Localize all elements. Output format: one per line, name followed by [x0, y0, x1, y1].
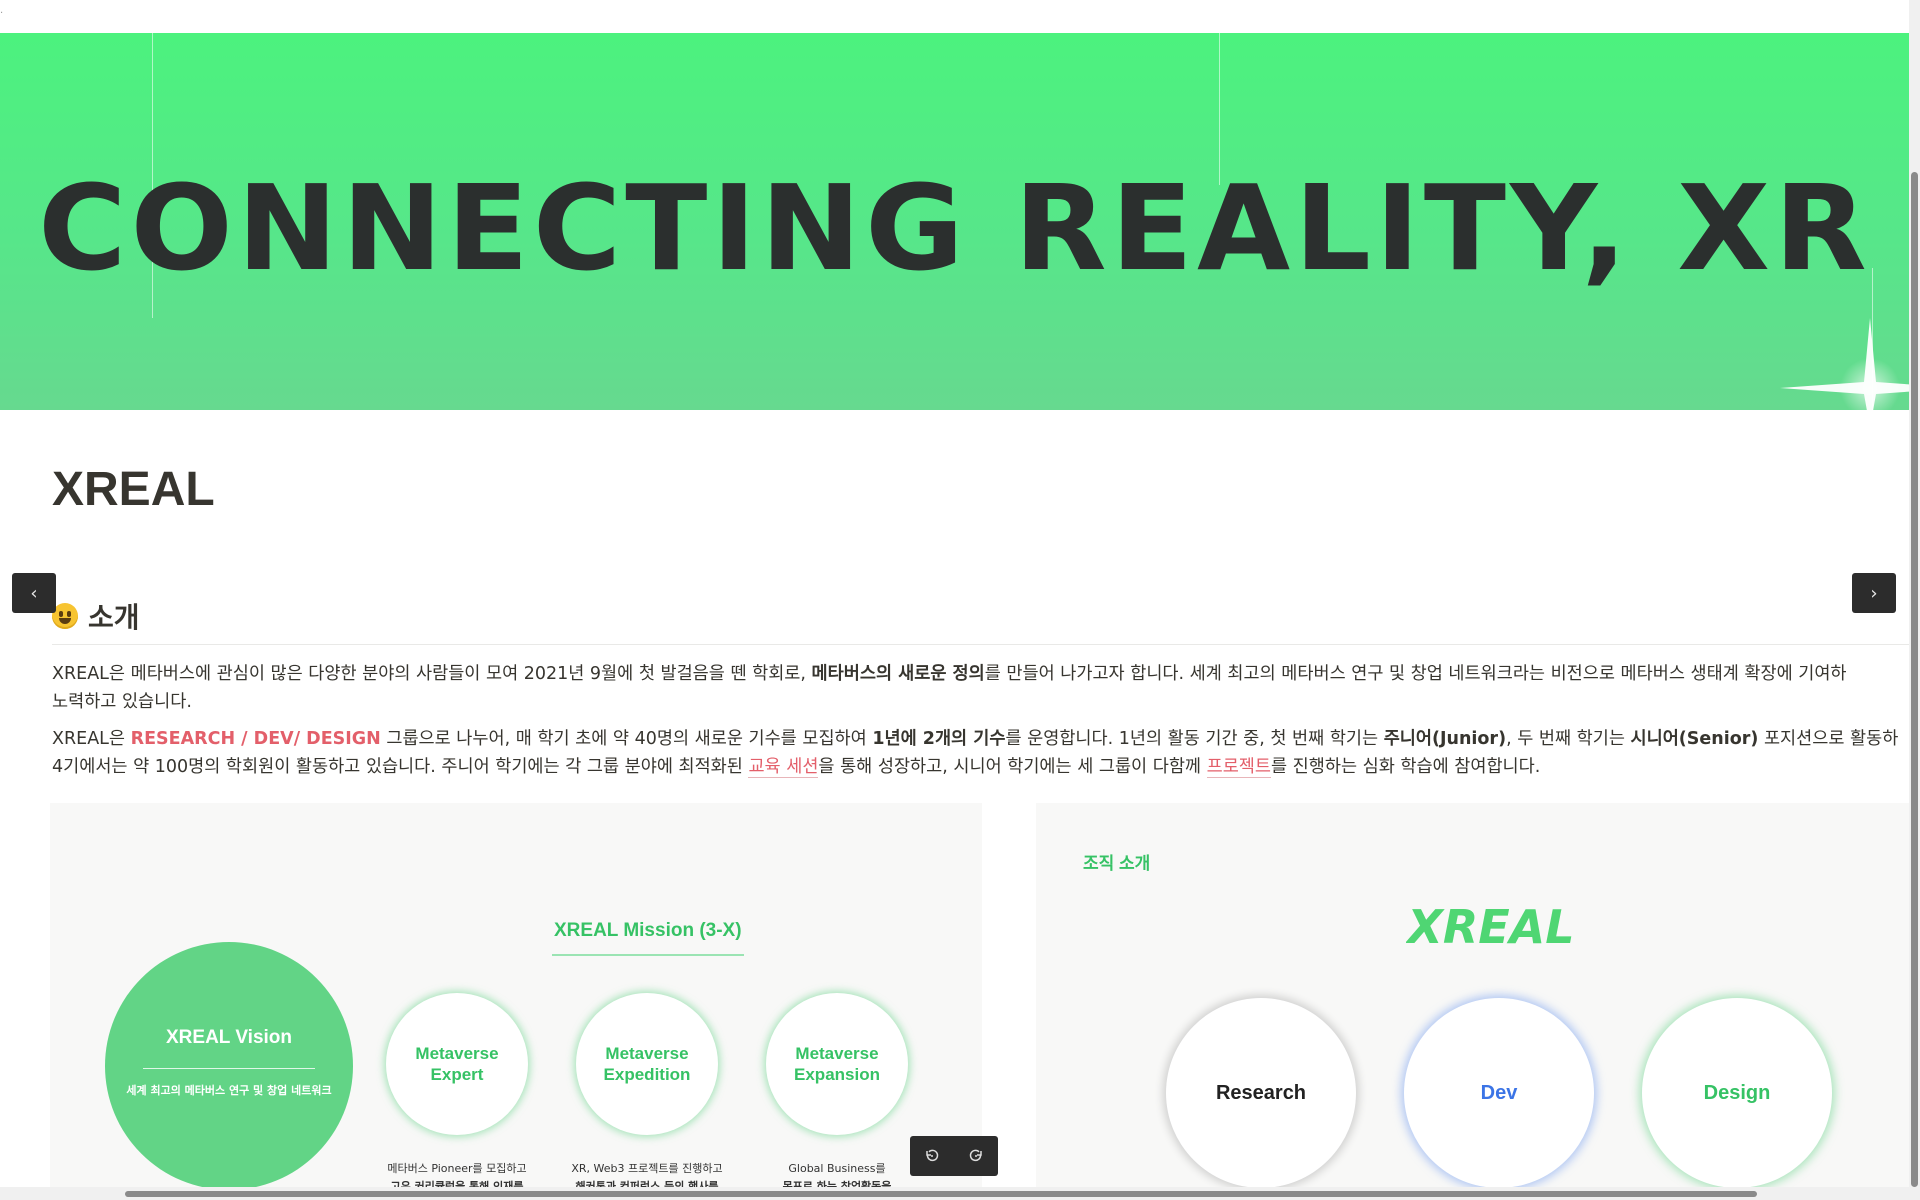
sparkle-icon: [1780, 318, 1909, 410]
group-dev: Dev: [1404, 998, 1594, 1188]
section-divider: [52, 644, 1909, 645]
highlight-groups: RESEARCH / DEV/ DESIGN: [130, 729, 381, 749]
text: 노력하고 있습니다.: [52, 692, 192, 712]
text: 4기에서는 약 100명의 학회원이 활동하고 있습니다. 주니어 학기에는 각…: [52, 757, 749, 777]
rotate-left-button[interactable]: [910, 1136, 954, 1176]
org-label: 조직 소개: [1083, 854, 1151, 873]
desc-line: Global Business를: [788, 1162, 886, 1175]
group-label: Dev: [1480, 1081, 1518, 1104]
text: 를 운영합니다. 1년의 활동 기간 중, 첫 번째 학기는: [1005, 729, 1384, 749]
rotate-right-button[interactable]: [954, 1136, 998, 1176]
mission-label: Metaverse Expert: [415, 1044, 499, 1084]
next-slide-button[interactable]: ›: [1852, 573, 1896, 613]
chevron-right-icon: ›: [1870, 582, 1878, 604]
bold-text: 주니어(Junior): [1383, 729, 1507, 749]
group-label: Research: [1215, 1081, 1307, 1104]
group-label: Design: [1703, 1081, 1771, 1104]
text: 포지션으로 활동하: [1758, 729, 1899, 749]
cover-banner: CONNECTING REALITY, XR: [0, 33, 1909, 410]
bold-text: 시니어(Senior): [1630, 729, 1759, 749]
intro-paragraph-2: XREAL은 RESEARCH / DEV/ DESIGN 그룹으로 나누어, …: [52, 725, 1909, 781]
section-heading: 소개: [52, 596, 140, 636]
top-bar: ·: [0, 0, 1909, 33]
bold-text: 메타버스의 새로운 정의: [811, 664, 985, 684]
section-title: 소개: [88, 602, 140, 633]
horizontal-scrollbar-thumb[interactable]: [125, 1191, 1757, 1197]
desc-line: 메타버스 Pioneer를 모집하고: [387, 1162, 527, 1175]
banner-title: CONNECTING REALITY, XR: [38, 159, 1871, 297]
bold-text: 1년에 2개의 기수: [872, 729, 1006, 749]
org-card: 조직 소개 XREAL Research Dev Design: [1036, 803, 1909, 1200]
vision-subtitle: 세계 최고의 메타버스 연구 및 창업 네트워크: [126, 1084, 332, 1097]
previous-slide-button[interactable]: ‹: [12, 573, 56, 613]
text: XREAL은 메타버스에 관심이 많은 다양한 분야의 사람들이 모여 2021…: [52, 664, 812, 684]
mission-label: Metaverse Expansion: [794, 1044, 880, 1084]
vision-circle: XREAL Vision 세계 최고의 메타버스 연구 및 창업 네트워크: [105, 942, 353, 1190]
page-title: XREAL: [52, 463, 215, 516]
mission-title: XREAL Mission (3-X): [554, 920, 742, 941]
desc-line: XR, Web3 프로젝트를 진행하고: [571, 1162, 723, 1175]
vertical-scrollbar-thumb[interactable]: [1911, 172, 1918, 1187]
group-research: Research: [1166, 998, 1356, 1188]
rotate-left-icon: [926, 1149, 939, 1162]
text: 그룹으로 나누어, 매 학기 초에 약 40명의 새로운 기수를 모집하여: [380, 729, 873, 749]
rotate-toolbar: [910, 1136, 998, 1176]
text: 을 통해 성장하고, 시니어 학기에는 세 그룹이 다함께: [818, 757, 1207, 777]
text: 를 만들어 나가고자 합니다. 세계 최고의 메타버스 연구 및 창업 네트워크…: [984, 664, 1847, 684]
xreal-logo: XREAL: [1406, 901, 1575, 951]
intro-paragraph-1: XREAL은 메타버스에 관심이 많은 다양한 분야의 사람들이 모여 2021…: [52, 660, 1909, 716]
chevron-left-icon: ‹: [30, 582, 38, 604]
svg-text:XREAL: XREAL: [1406, 901, 1575, 951]
mission-circle-expedition: Metaverse Expedition: [576, 993, 718, 1135]
mission-card: XREAL Mission (3-X) XREAL Vision 세계 최고의 …: [50, 803, 982, 1200]
vision-title: XREAL Vision: [166, 1027, 292, 1048]
mission-label: Metaverse Expedition: [603, 1044, 691, 1084]
group-design: Design: [1642, 998, 1832, 1188]
text: 를 진행하는 심화 학습에 참여합니다.: [1271, 757, 1541, 777]
mission-circle-expansion: Metaverse Expansion: [766, 993, 908, 1135]
link-education-session[interactable]: 교육 세션: [748, 757, 819, 778]
text: XREAL은: [52, 729, 131, 749]
rotate-right-icon: [969, 1149, 982, 1162]
link-project[interactable]: 프로젝트: [1206, 757, 1271, 778]
page: · CONNECTING REALITY, XR XREAL 소개 XREAL은…: [0, 0, 1909, 1200]
text: , 두 번째 학기는: [1506, 729, 1631, 749]
mission-circle-expert: Metaverse Expert: [386, 993, 528, 1135]
mission-underline: [552, 954, 744, 956]
vision-divider: [143, 1068, 315, 1069]
corner-mark: ·: [0, 8, 4, 19]
